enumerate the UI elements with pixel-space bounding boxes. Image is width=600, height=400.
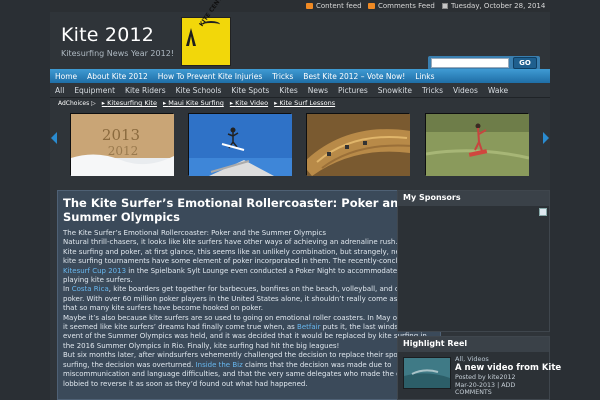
date-display: Tuesday, October 28, 2014: [442, 2, 545, 10]
reel-date: Mar-20-2013: [455, 381, 496, 389]
reel-add-comments-link[interactable]: ADD: [501, 382, 515, 389]
sponsors-widget: My Sponsors: [397, 190, 550, 332]
inside-the-biz-link[interactable]: Inside the Biz: [196, 361, 243, 369]
category-item-snowkite[interactable]: Snowkite: [373, 86, 417, 95]
reel-post-meta: Posted by kite2012 Mar-20-2013 | ADD COM…: [455, 374, 545, 397]
page-background-left: [0, 0, 50, 400]
content-feed-label[interactable]: Content feed: [316, 2, 362, 10]
category-item-kite-spots[interactable]: Kite Spots: [226, 86, 274, 95]
category-item-kite-schools[interactable]: Kite Schools: [171, 86, 227, 95]
date-label: Tuesday, October 28, 2014: [451, 2, 546, 10]
reel-date-line: Mar-20-2013 | ADD: [455, 381, 516, 389]
article-paragraph: Natural thrill-chasers, it looks like ki…: [63, 238, 398, 247]
search-go-button[interactable]: GO: [513, 57, 537, 69]
category-nav: All Equipment Kite Riders Kite Schools K…: [50, 83, 550, 98]
betfair-link[interactable]: Betfair: [297, 323, 320, 331]
ad-info-icon[interactable]: [539, 208, 547, 216]
category-item-equipment[interactable]: Equipment: [69, 86, 120, 95]
reel-thumbnail[interactable]: [403, 357, 451, 389]
category-item-all[interactable]: All: [50, 86, 69, 95]
adchoices-label[interactable]: AdChoices ▷: [58, 100, 96, 107]
text-span: Kite surfing and poker, at first glance,…: [63, 247, 424, 266]
slider-prev-arrow[interactable]: [51, 132, 57, 144]
slider-thumb-wooden-board[interactable]: [302, 113, 417, 176]
article-paragraph: Kite surfing and poker, at first glance,…: [63, 248, 437, 286]
main-article: The Kite Surfer’s Emotional Rollercoaste…: [57, 190, 441, 400]
ad-link[interactable]: Kite Surf Lessons: [274, 99, 335, 107]
nav-item-best-kite[interactable]: Best Kite 2012 – Vote Now!: [298, 72, 410, 81]
reel-post-title[interactable]: A new video from Kite: [455, 363, 561, 373]
kite-center-logo[interactable]: KITE CENTER SOCIETY: [181, 0, 246, 66]
svg-text:2012: 2012: [108, 144, 139, 158]
article-paragraph: But six months later, after windsurfers …: [63, 351, 437, 389]
article-paragraph: In Costa Rica, kite boarders get togethe…: [63, 285, 437, 313]
article-paragraph: Maybe it’s also because kite surfers are…: [63, 314, 437, 352]
reel-category-videos[interactable]: Videos: [467, 355, 489, 363]
reel-categories: All, Videos: [455, 355, 489, 363]
ad-link-bar: AdChoices ▷ Kitesurfing Kite Maui Kite S…: [58, 98, 542, 108]
reel-comments-link[interactable]: COMMENTS: [455, 389, 545, 397]
category-item-pictures[interactable]: Pictures: [333, 86, 373, 95]
rss-icon: [306, 3, 313, 9]
ad-link[interactable]: Kite Video: [230, 99, 268, 107]
sponsors-title: My Sponsors: [398, 191, 549, 206]
nav-item-tricks[interactable]: Tricks: [267, 72, 298, 81]
nav-item-about[interactable]: About Kite 2012: [82, 72, 153, 81]
svg-text:2013: 2013: [102, 126, 140, 144]
ad-link[interactable]: Kitesurfing Kite: [102, 99, 157, 107]
highlight-reel-widget: Highlight Reel All, Videos A new video f…: [397, 336, 561, 400]
text-span: In: [63, 285, 72, 294]
article-body: The Kite Surfer’s Emotional Rollercoaste…: [63, 229, 437, 389]
text-span: , kite boarders get together for barbecu…: [63, 285, 435, 313]
logo-letter-a: [186, 28, 196, 46]
reel-author: Posted by kite2012: [455, 374, 516, 381]
featured-slider: 2013 2012: [50, 108, 550, 176]
ad-link[interactable]: Maui Kite Surfing: [163, 99, 224, 107]
category-item-kite-riders[interactable]: Kite Riders: [120, 86, 171, 95]
search-input[interactable]: [431, 58, 509, 68]
search-box: GO: [428, 56, 540, 70]
nav-item-home[interactable]: Home: [50, 72, 82, 81]
category-item-videos[interactable]: Videos: [448, 86, 483, 95]
category-item-wake[interactable]: Wake: [483, 86, 513, 95]
slider-thumb-rider-water[interactable]: [425, 113, 530, 176]
article-title[interactable]: The Kite Surfer’s Emotional Rollercoaste…: [63, 196, 433, 224]
article-paragraph: The Kite Surfer’s Emotional Rollercoaste…: [63, 229, 326, 237]
costa-rica-link[interactable]: Costa Rica: [72, 285, 109, 293]
nav-item-links[interactable]: Links: [410, 72, 439, 81]
category-item-kites[interactable]: Kites: [274, 86, 302, 95]
kitesurf-cup-link[interactable]: Kitesurf Cup 2013: [63, 267, 126, 275]
reel-category-all[interactable]: All: [455, 355, 463, 363]
highlight-reel-title: Highlight Reel: [398, 337, 549, 352]
category-item-tricks[interactable]: Tricks: [417, 86, 448, 95]
calendar-icon: [442, 3, 448, 9]
site-tagline: Kitesurfing News Year 2012!: [61, 49, 174, 58]
nav-item-prevent-injuries[interactable]: How To Prevent Kite Injuries: [153, 72, 268, 81]
content-feed-link[interactable]: Content feed: [306, 2, 362, 10]
slider-thumb-sand-2013[interactable]: 2013 2012: [70, 113, 174, 176]
slider-thumb-kite-jump[interactable]: [188, 113, 292, 176]
page-background-right: [550, 0, 600, 400]
site-title[interactable]: Kite 2012: [61, 24, 154, 46]
primary-nav: Home About Kite 2012 How To Prevent Kite…: [50, 69, 550, 83]
comments-feed-label[interactable]: Comments Feed: [378, 2, 435, 10]
top-bar: Content feed Comments Feed Tuesday, Octo…: [50, 0, 550, 12]
slider-next-arrow[interactable]: [543, 132, 549, 144]
comments-feed-link[interactable]: Comments Feed: [368, 2, 435, 10]
sponsor-ad-unit[interactable]: [401, 208, 547, 328]
rss-icon: [368, 3, 375, 9]
category-item-news[interactable]: News: [303, 86, 333, 95]
